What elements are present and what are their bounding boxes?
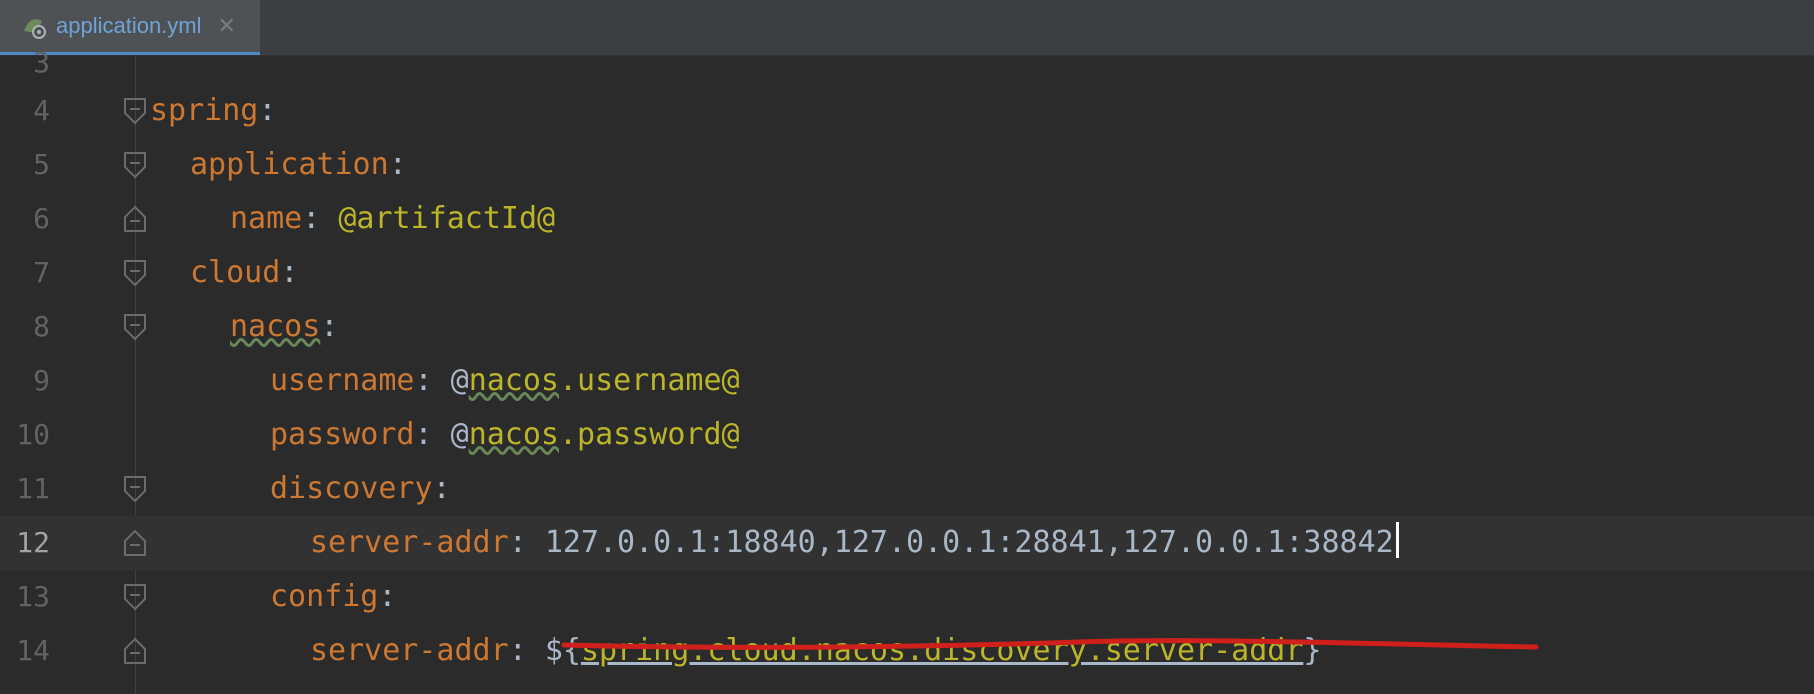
line-number: 12 (16, 526, 50, 559)
yaml-value: .password@ (559, 417, 740, 452)
fold-end-icon[interactable] (122, 205, 148, 233)
code-line: 6 name: @artifactId@ (0, 192, 1814, 246)
line-number: 9 (33, 364, 50, 397)
fold-collapse-icon[interactable] (122, 313, 148, 341)
yaml-key: username (270, 363, 415, 398)
code-line: 5 application: (0, 138, 1814, 192)
code-editor[interactable]: 3 4 spring: 5 application: 6 name: @arti… (0, 46, 1814, 694)
yaml-key: password (270, 417, 415, 452)
yaml-value: @artifactId@ (338, 201, 556, 236)
yaml-key: spring (150, 93, 259, 128)
code-line: 7 cloud: (0, 246, 1814, 300)
line-number: 14 (16, 634, 50, 667)
fold-collapse-icon[interactable] (122, 97, 148, 125)
code-line-current: 12 server-addr: 127.0.0.1:18840,127.0.0.… (0, 516, 1814, 570)
line-number: 11 (16, 472, 50, 505)
yaml-value-namespace: nacos (468, 363, 559, 398)
yaml-key: nacos (230, 309, 321, 344)
line-number: 8 (33, 310, 50, 343)
fold-collapse-icon[interactable] (122, 475, 148, 503)
line-number: 5 (33, 148, 50, 181)
fold-collapse-icon[interactable] (122, 583, 148, 611)
code-line: 3 (0, 36, 1814, 90)
yaml-value: .username@ (559, 363, 740, 398)
yaml-key: name (230, 201, 303, 236)
server-addr-value: 127.0.0.1:18840,127.0.0.1:28841,127.0.0.… (544, 525, 1394, 560)
code-line: 11 discovery: (0, 462, 1814, 516)
line-number: 7 (33, 256, 50, 289)
code-line: 8 nacos: (0, 300, 1814, 354)
fold-end-icon[interactable] (122, 529, 148, 557)
close-icon[interactable]: ✕ (218, 14, 236, 39)
line-number: 13 (16, 580, 50, 613)
red-underline-annotation (561, 638, 1539, 650)
fold-end-icon[interactable] (122, 637, 148, 665)
yaml-key: server-addr (310, 525, 509, 560)
code-line: 4 spring: (0, 84, 1814, 138)
fold-collapse-icon[interactable] (122, 259, 148, 287)
yaml-key: application (190, 147, 389, 182)
line-number: 4 (33, 94, 50, 127)
yaml-key: cloud (190, 255, 281, 290)
line-number: 3 (33, 46, 50, 79)
code-line: 13 config: (0, 570, 1814, 624)
line-number: 10 (16, 418, 50, 451)
fold-collapse-icon[interactable] (122, 151, 148, 179)
yaml-key: server-addr (310, 633, 509, 668)
code-line: 10 password: @nacos.password@ (0, 408, 1814, 462)
yaml-key: config (270, 579, 379, 614)
code-line: 9 username: @nacos.username@ (0, 354, 1814, 408)
text-caret (1395, 522, 1399, 558)
line-number: 6 (33, 202, 50, 235)
yaml-key: discovery (270, 471, 433, 506)
yaml-value-namespace: nacos (468, 417, 559, 452)
